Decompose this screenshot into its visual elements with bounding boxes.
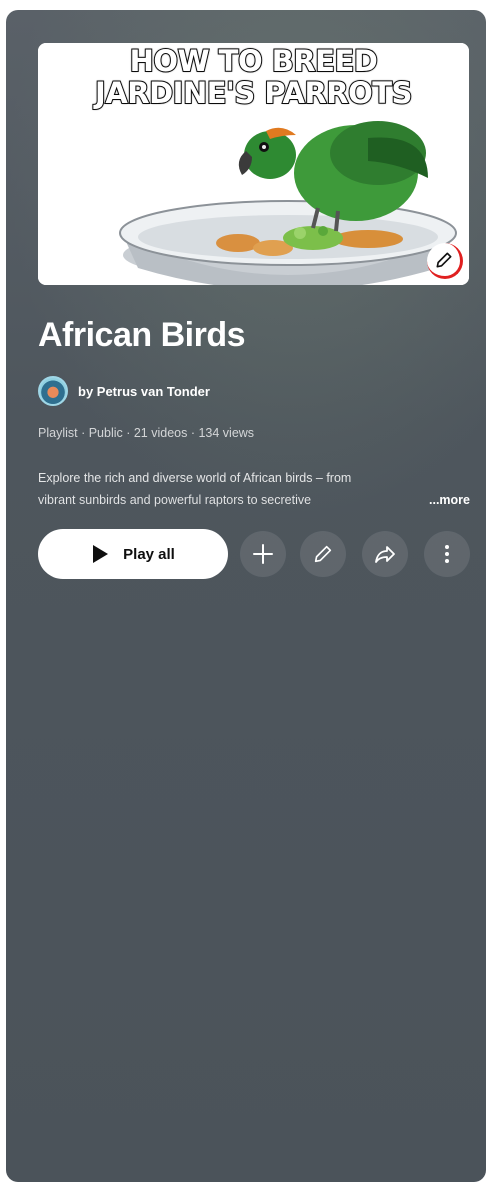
thumbnail-title-line1: HOW TO BREED bbox=[129, 44, 379, 78]
more-actions-button[interactable] bbox=[424, 531, 470, 577]
playlist-title: African Birds bbox=[38, 316, 246, 354]
share-button[interactable] bbox=[362, 531, 408, 577]
playlist-meta: Playlist · Public · 21 videos · 134 view… bbox=[38, 426, 255, 440]
share-icon bbox=[375, 546, 395, 563]
edit-playlist-button[interactable] bbox=[300, 531, 346, 577]
playlist-owner[interactable]: by Petrus van Tonder bbox=[38, 376, 210, 406]
description-line2: vibrant sunbirds and powerful raptors to… bbox=[38, 489, 418, 511]
plus-icon bbox=[253, 544, 273, 564]
more-vert-icon bbox=[445, 545, 449, 563]
description-line2-wrap: vibrant sunbirds and powerful raptors to… bbox=[38, 489, 470, 511]
play-icon bbox=[93, 545, 109, 563]
playlist-header-panel: HOW TO BREED JARDINE'S PARROTS African B… bbox=[6, 10, 486, 1182]
pencil-icon bbox=[436, 252, 451, 267]
pencil-icon bbox=[314, 545, 332, 563]
more-link[interactable]: ...more bbox=[429, 489, 470, 511]
play-all-label: Play all bbox=[123, 545, 175, 563]
avatar[interactable] bbox=[38, 376, 68, 406]
playlist-thumbnail[interactable]: HOW TO BREED JARDINE'S PARROTS bbox=[38, 43, 469, 285]
edit-thumbnail-button[interactable] bbox=[427, 243, 463, 279]
owner-name[interactable]: by Petrus van Tonder bbox=[78, 384, 210, 399]
add-to-library-button[interactable] bbox=[240, 531, 286, 577]
play-all-button[interactable]: Play all bbox=[38, 529, 228, 579]
playlist-actions: Play all bbox=[38, 529, 470, 579]
playlist-description[interactable]: Explore the rich and diverse world of Af… bbox=[38, 467, 470, 511]
thumbnail-title-line2: JARDINE'S PARROTS bbox=[94, 76, 413, 110]
description-line1: Explore the rich and diverse world of Af… bbox=[38, 471, 352, 485]
